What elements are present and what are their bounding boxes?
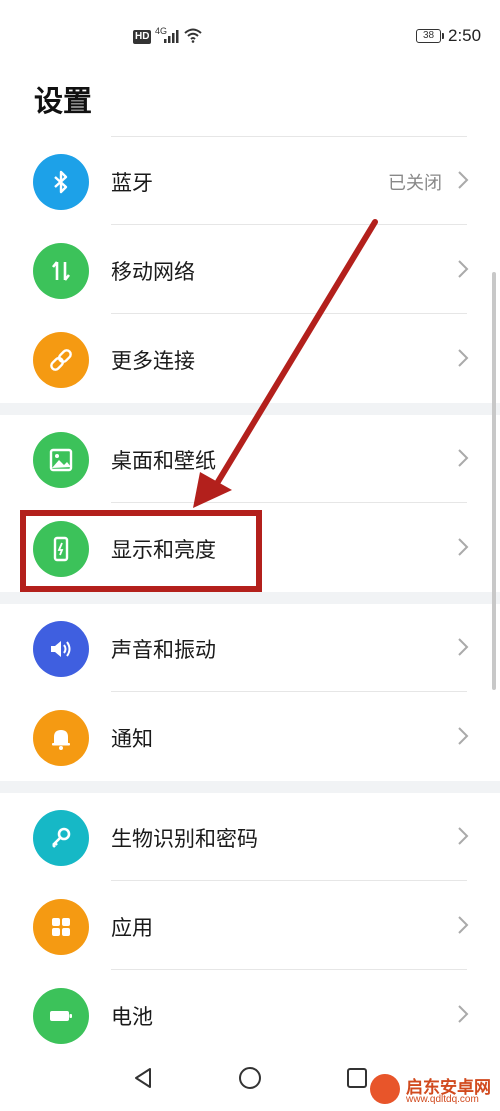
key-icon	[33, 810, 89, 866]
setting-row-more-connections[interactable]: 更多连接	[0, 315, 500, 403]
chevron-right-icon	[458, 349, 469, 367]
chevron-right-icon	[458, 260, 469, 278]
sound-icon	[33, 621, 89, 677]
setting-label: 生物识别和密码	[111, 827, 258, 851]
setting-value: 已关闭	[388, 173, 442, 194]
divider	[111, 969, 467, 970]
setting-label: 桌面和壁纸	[111, 449, 216, 473]
setting-row-apps[interactable]: 应用	[0, 882, 500, 970]
setting-row-home-wallpaper[interactable]: 桌面和壁纸	[0, 415, 500, 503]
divider	[111, 880, 467, 881]
wifi-icon	[184, 28, 202, 43]
chevron-right-icon	[458, 171, 469, 189]
setting-row-biometrics-password[interactable]: 生物识别和密码	[0, 793, 500, 881]
setting-label: 通知	[111, 727, 153, 751]
wallpaper-icon	[33, 432, 89, 488]
recents-icon[interactable]	[343, 1064, 371, 1092]
scrollbar[interactable]	[492, 272, 496, 690]
divider	[111, 313, 467, 314]
setting-row-battery[interactable]: 电池	[0, 971, 500, 1059]
watermark-logo-icon	[370, 1074, 400, 1104]
bluetooth-icon	[33, 154, 89, 210]
mobile-data-icon	[33, 243, 89, 299]
battery-indicator: 38	[416, 29, 444, 43]
setting-label: 蓝牙	[111, 171, 153, 195]
signal-icon	[164, 30, 179, 43]
chevron-right-icon	[458, 727, 469, 745]
chevron-right-icon	[458, 449, 469, 467]
group-separator	[0, 781, 500, 793]
chevron-right-icon	[458, 1005, 469, 1023]
apps-grid-icon	[33, 899, 89, 955]
setting-label: 移动网络	[111, 260, 195, 284]
setting-label: 应用	[111, 916, 153, 940]
group-separator	[0, 592, 500, 604]
divider	[111, 691, 467, 692]
page-title: 设置	[34, 84, 93, 118]
setting-label: 电池	[111, 1005, 153, 1029]
divider	[111, 502, 467, 503]
watermark-url: www.qdltdq.com	[406, 1094, 479, 1105]
home-icon[interactable]	[236, 1064, 264, 1092]
link-icon	[33, 332, 89, 388]
chevron-right-icon	[458, 538, 469, 556]
highlight-box	[20, 510, 262, 592]
setting-row-sound-vibration[interactable]: 声音和振动	[0, 604, 500, 692]
hd-badge: HD	[133, 30, 152, 44]
setting-label: 更多连接	[111, 349, 195, 373]
setting-row-bluetooth[interactable]: 蓝牙 已关闭	[0, 137, 500, 225]
setting-label: 声音和振动	[111, 638, 216, 662]
clock: 2:50	[448, 26, 482, 45]
setting-row-mobile-network[interactable]: 移动网络	[0, 226, 500, 314]
setting-row-notifications[interactable]: 通知	[0, 693, 500, 781]
watermark: 启东安卓网 www.qdltdq.com	[368, 1070, 500, 1110]
back-icon[interactable]	[130, 1064, 158, 1092]
bell-icon	[33, 710, 89, 766]
chevron-right-icon	[458, 638, 469, 656]
chevron-right-icon	[458, 916, 469, 934]
battery-icon	[33, 988, 89, 1044]
status-bar: HD 4G 38 2:50	[0, 0, 500, 70]
chevron-right-icon	[458, 827, 469, 845]
group-separator	[0, 403, 500, 415]
divider	[111, 224, 467, 225]
